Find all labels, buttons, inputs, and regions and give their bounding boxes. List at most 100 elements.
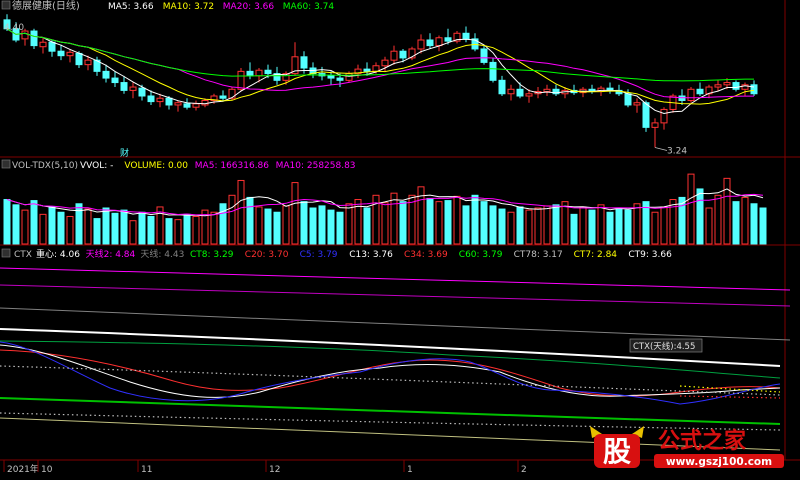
candle-body[interactable] [525,93,533,97]
candle-body[interactable] [156,97,164,103]
candle-body[interactable] [732,82,740,90]
volume-bar[interactable] [165,218,173,245]
volume-bar[interactable] [363,207,371,245]
volume-bar[interactable] [597,204,605,245]
volume-bar[interactable] [651,211,659,245]
volume-panel[interactable] [3,173,767,245]
volume-bar[interactable] [12,204,20,245]
volume-bar[interactable] [426,197,434,245]
volume-bar[interactable] [237,179,245,245]
candle-body[interactable] [624,93,632,106]
candle-body[interactable] [687,88,695,101]
candle-body[interactable] [489,61,497,81]
volume-bar[interactable] [84,208,92,245]
volume-bar[interactable] [282,205,290,245]
volume-bar[interactable] [120,209,128,245]
volume-bar[interactable] [399,201,407,245]
volume-bar[interactable] [174,219,182,245]
candle-body[interactable] [165,97,173,106]
volume-bar[interactable] [39,213,47,245]
candle-body[interactable] [192,103,200,108]
volume-bar[interactable] [300,201,308,245]
candle-body[interactable] [462,32,470,40]
volume-bar[interactable] [147,215,155,245]
expand-icon[interactable] [1,248,11,258]
volume-bar[interactable] [309,207,317,245]
volume-bar[interactable] [750,203,758,245]
volume-bar[interactable] [723,177,731,245]
candle-body[interactable] [264,69,272,75]
volume-bar[interactable] [48,206,56,245]
candle-body[interactable] [633,102,641,106]
candle-body[interactable] [111,77,119,84]
volume-bar[interactable] [111,212,119,245]
candle-body[interactable] [219,95,227,99]
candle-body[interactable] [723,82,731,86]
candle-body[interactable] [228,88,236,99]
volume-bar[interactable] [633,203,641,245]
candle-body[interactable] [120,82,128,91]
volume-bar[interactable] [228,194,236,245]
volume-bar[interactable] [318,205,326,245]
volume-bar[interactable] [390,192,398,245]
candle-body[interactable] [39,41,47,48]
candle-body[interactable] [75,52,83,66]
candle-body[interactable] [498,79,506,95]
candle-body[interactable] [138,87,146,97]
volume-bar[interactable] [219,203,227,245]
candle-body[interactable] [399,50,407,59]
candle-body[interactable] [48,41,56,52]
candle-body[interactable] [660,108,668,124]
volume-bar[interactable] [534,207,542,245]
volume-bar[interactable] [192,215,200,245]
volume-bar[interactable] [525,209,533,245]
candle-body[interactable] [642,102,650,128]
candle-body[interactable] [417,39,425,50]
volume-bar[interactable] [102,207,110,245]
candle-body[interactable] [516,88,524,97]
volume-bar[interactable] [327,209,335,245]
volume-bar[interactable] [606,211,614,245]
candle-body[interactable] [345,73,353,81]
volume-bar[interactable] [588,209,596,245]
candle-body[interactable] [255,69,263,77]
volume-bar[interactable] [516,206,524,245]
volume-bar[interactable] [3,199,11,245]
candle-body[interactable] [390,50,398,61]
volume-bar[interactable] [570,213,578,245]
volume-bar[interactable] [552,204,560,245]
volume-bar[interactable] [453,195,461,245]
volume-bar[interactable] [759,207,767,245]
volume-bar[interactable] [444,200,452,245]
candle-body[interactable] [147,95,155,103]
volume-bar[interactable] [660,206,668,245]
candle-body[interactable] [651,122,659,128]
volume-bar[interactable] [480,201,488,245]
candle-body[interactable] [426,39,434,47]
candle-body[interactable] [381,59,389,67]
volume-bar[interactable] [498,208,506,245]
volume-bar[interactable] [471,194,479,245]
volume-bar[interactable] [273,211,281,245]
price-panel[interactable] [3,14,758,151]
volume-bar[interactable] [21,209,29,245]
volume-bar[interactable] [615,207,623,245]
volume-bar[interactable] [624,209,632,245]
volume-bar[interactable] [246,196,254,245]
volume-bar[interactable] [579,206,587,245]
candle-body[interactable] [336,77,344,81]
volume-bar[interactable] [741,196,749,245]
candle-body[interactable] [237,70,245,90]
candle-body[interactable] [444,37,452,42]
volume-bar[interactable] [183,213,191,245]
volume-bar[interactable] [561,201,569,245]
candle-body[interactable] [84,59,92,66]
volume-bar[interactable] [66,215,74,245]
candle-body[interactable] [678,95,686,101]
candle-body[interactable] [102,70,110,79]
candle-body[interactable] [30,30,38,47]
volume-bar[interactable] [714,194,722,245]
volume-bar[interactable] [507,211,515,245]
volume-bar[interactable] [129,220,137,245]
candle-body[interactable] [507,88,515,95]
